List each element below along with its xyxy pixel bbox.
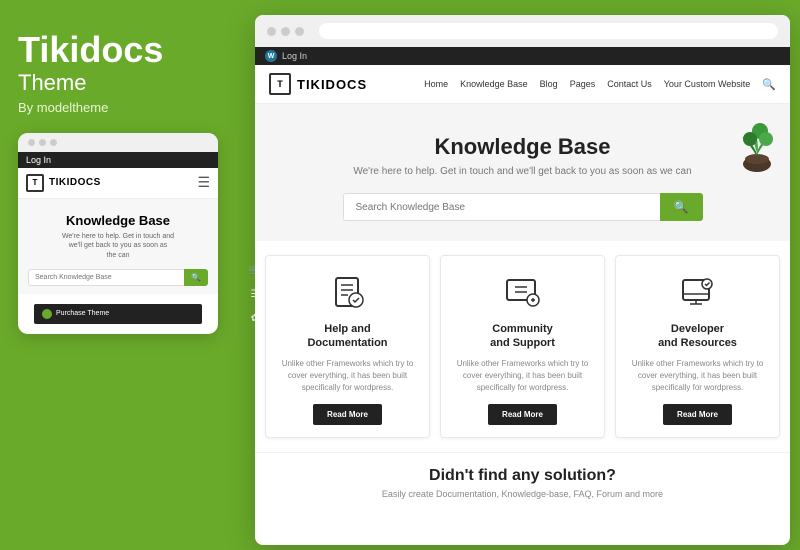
mobile-purchase-label: Purchase Theme xyxy=(56,310,109,317)
card-icon-community xyxy=(503,272,543,312)
purchase-dot-icon xyxy=(42,309,52,319)
mobile-hero-title: Knowledge Base xyxy=(28,213,208,228)
mobile-purchase-btn[interactable]: Purchase Theme xyxy=(34,304,202,324)
bottom-section: Didn't find any solution? Easily create … xyxy=(255,452,790,507)
admin-bar-label: Log In xyxy=(282,51,307,61)
mobile-nav: T TIKIDOCS ☰ xyxy=(18,168,218,199)
browser-adminbar: W Log In xyxy=(255,47,790,65)
browser-dot-2 xyxy=(281,27,290,36)
mobile-search-button[interactable]: 🔍 xyxy=(184,269,208,286)
site-logo-text: TIKIDOCS xyxy=(297,77,367,92)
site-nav: T TIKIDOCS Home Knowledge Base Blog Page… xyxy=(255,65,790,104)
site-logo-wrap: T TIKIDOCS xyxy=(269,73,367,95)
card-btn-1[interactable]: Read More xyxy=(313,404,382,425)
bottom-subtitle: Easily create Documentation, Knowledge-b… xyxy=(275,489,770,499)
card-icon-help xyxy=(328,272,368,312)
card-desc-1: Unlike other Frameworks which try to cov… xyxy=(278,358,417,394)
hero-subtitle: We're here to help. Get in touch and we'… xyxy=(275,166,770,177)
nav-link-kb[interactable]: Knowledge Base xyxy=(460,79,528,89)
nav-link-pages[interactable]: Pages xyxy=(570,79,596,89)
card-help-docs: Help andDocumentation Unlike other Frame… xyxy=(265,255,430,438)
card-title-3: Developerand Resources xyxy=(628,322,767,351)
hero-title: Knowledge Base xyxy=(275,134,770,160)
card-desc-3: Unlike other Frameworks which try to cov… xyxy=(628,358,767,394)
mobile-logo-box: T xyxy=(26,174,44,192)
card-btn-3[interactable]: Read More xyxy=(663,404,732,425)
mobile-hamburger-icon[interactable]: ☰ xyxy=(197,174,210,191)
card-community: Communityand Support Unlike other Framew… xyxy=(440,255,605,438)
cards-section: Help andDocumentation Unlike other Frame… xyxy=(255,241,790,452)
hero-search-button[interactable]: 🔍 xyxy=(660,193,703,221)
nav-link-contact[interactable]: Contact Us xyxy=(607,79,652,89)
dot-2 xyxy=(39,139,46,146)
mobile-logo-text: TIKIDOCS xyxy=(49,177,101,188)
card-developer: Developerand Resources Unlike other Fram… xyxy=(615,255,780,438)
plant-decoration xyxy=(722,109,782,179)
nav-search-icon[interactable]: 🔍 xyxy=(762,78,776,91)
browser-dot-3 xyxy=(295,27,304,36)
nav-link-custom[interactable]: Your Custom Website xyxy=(664,79,751,89)
nav-link-home[interactable]: Home xyxy=(424,79,448,89)
mobile-dots xyxy=(18,133,218,152)
nav-link-blog[interactable]: Blog xyxy=(540,79,558,89)
browser-window: W Log In T TIKIDOCS Home Knowledge Base … xyxy=(255,15,790,545)
hero-section: Knowledge Base We're here to help. Get i… xyxy=(255,104,790,241)
site-logo-box-icon: T xyxy=(269,73,291,95)
hero-search-input[interactable] xyxy=(343,193,660,221)
brand-title: Tikidocs xyxy=(18,30,238,70)
card-desc-2: Unlike other Frameworks which try to cov… xyxy=(453,358,592,394)
card-btn-2[interactable]: Read More xyxy=(488,404,557,425)
mobile-login-bar: Log In xyxy=(18,152,218,168)
brand-subtitle: Theme xyxy=(18,70,238,96)
card-title-2: Communityand Support xyxy=(453,322,592,351)
site-nav-links: Home Knowledge Base Blog Pages Contact U… xyxy=(424,78,776,91)
dot-1 xyxy=(28,139,35,146)
card-icon-developer xyxy=(678,272,718,312)
mobile-purchase-wrap: Purchase Theme xyxy=(18,294,218,334)
mobile-hero-sub: We're here to help. Get in touch andwe'l… xyxy=(28,232,208,261)
mobile-logo-wrap: T TIKIDOCS xyxy=(26,174,101,192)
browser-topbar xyxy=(255,15,790,47)
mobile-search-input[interactable] xyxy=(28,269,184,286)
left-panel: Tikidocs Theme By modeltheme Log In T TI… xyxy=(18,30,238,334)
browser-dot-1 xyxy=(267,27,276,36)
bottom-title: Didn't find any solution? xyxy=(275,467,770,485)
card-title-1: Help andDocumentation xyxy=(278,322,417,351)
browser-addressbar[interactable] xyxy=(319,23,778,39)
hero-search-wrap: 🔍 xyxy=(343,193,703,221)
mobile-search-wrap: 🔍 xyxy=(28,269,208,286)
mobile-hero: Knowledge Base We're here to help. Get i… xyxy=(18,199,218,294)
brand-by: By modeltheme xyxy=(18,100,238,115)
mobile-preview: Log In T TIKIDOCS ☰ Knowledge Base We're… xyxy=(18,133,218,334)
dot-3 xyxy=(50,139,57,146)
wp-logo-icon: W xyxy=(265,50,277,62)
